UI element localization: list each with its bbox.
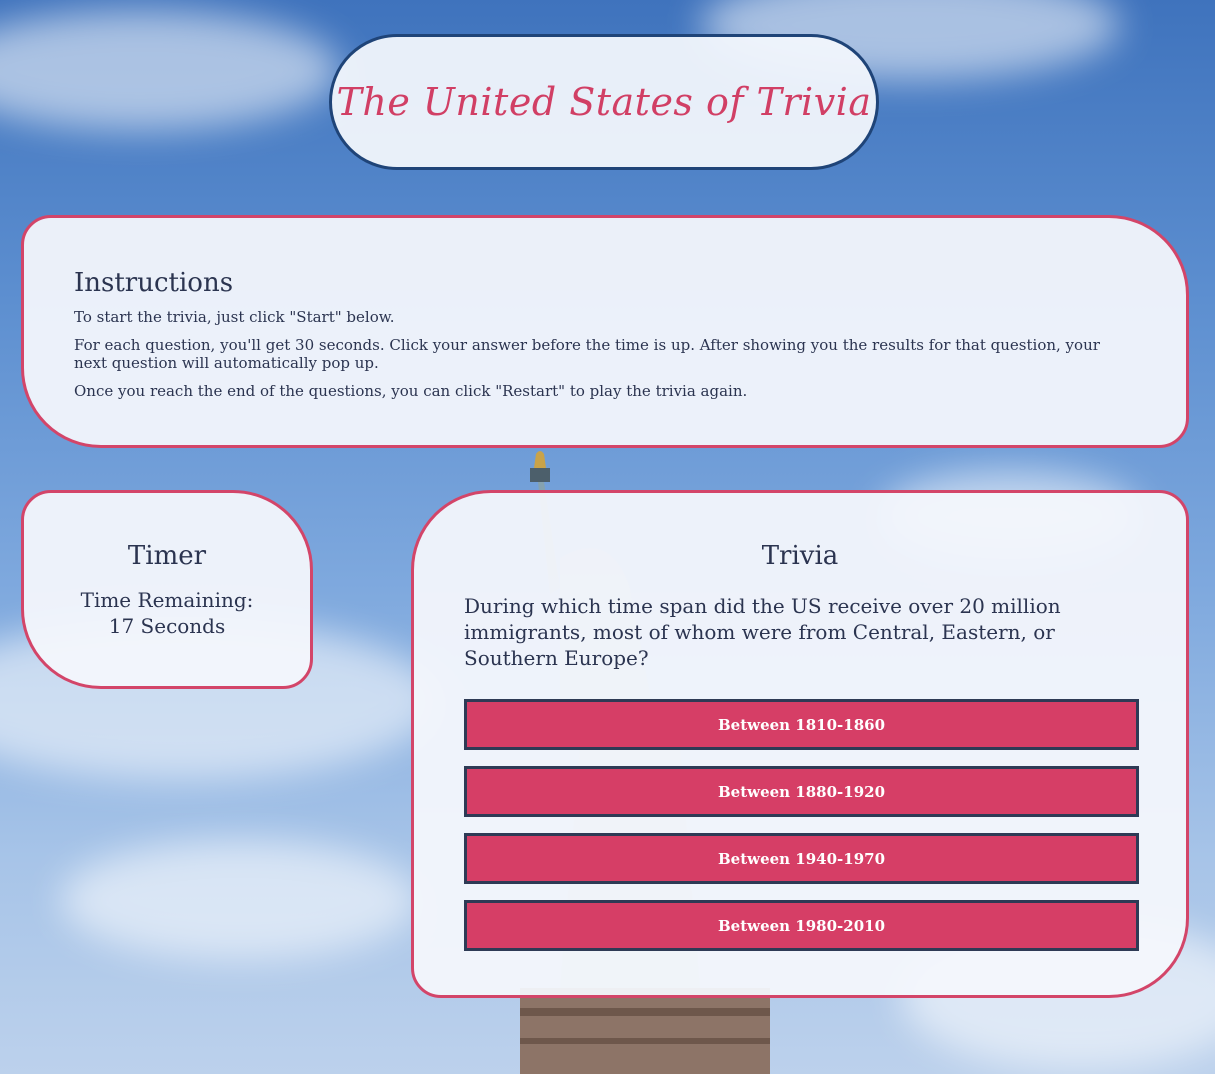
site-title: The United States of Trivia (336, 80, 872, 124)
timer-panel: Timer Time Remaining: 17 Seconds (21, 490, 313, 689)
instructions-paragraph: To start the trivia, just click "Start" … (74, 308, 395, 326)
trivia-panel: Trivia During which time span did the US… (411, 490, 1189, 998)
answer-button[interactable]: Between 1810-1860 (464, 699, 1139, 750)
cloud (0, 10, 340, 130)
instructions-heading: Instructions (74, 268, 234, 298)
cloud (60, 840, 420, 960)
answer-button[interactable]: Between 1940-1970 (464, 833, 1139, 884)
instructions-paragraph: For each question, you'll get 30 seconds… (74, 336, 1100, 372)
question-text: During which time span did the US receiv… (464, 594, 1061, 670)
timer-heading: Timer (127, 541, 207, 571)
instructions-panel: Instructions To start the trivia, just c… (21, 215, 1189, 448)
answer-button[interactable]: Between 1880-1920 (464, 766, 1139, 817)
title-banner: The United States of Trivia (329, 34, 879, 170)
time-remaining-label: Time Remaining: (80, 588, 254, 612)
instructions-paragraph: Once you reach the end of the questions,… (74, 382, 748, 400)
trivia-heading: Trivia (761, 541, 839, 571)
time-remaining-value: 17 Seconds (108, 614, 226, 638)
answer-button[interactable]: Between 1980-2010 (464, 900, 1139, 951)
